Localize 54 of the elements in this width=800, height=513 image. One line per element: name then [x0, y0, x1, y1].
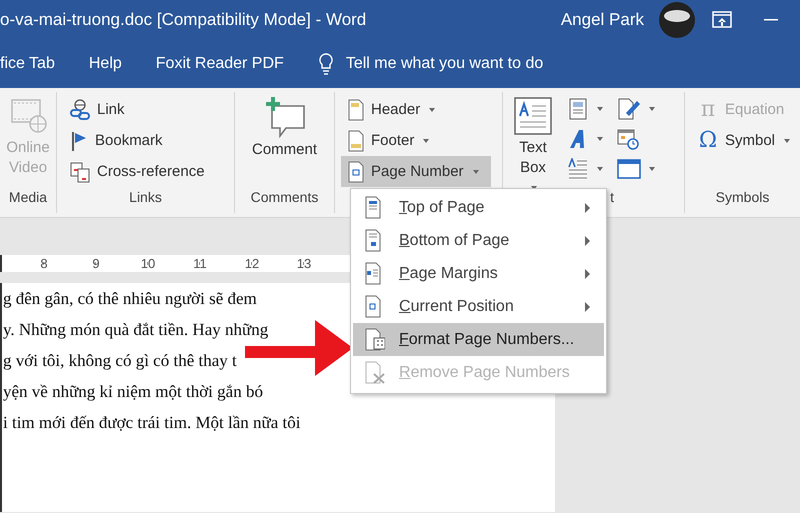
ribbon-button[interactable]: Bookmark: [63, 125, 211, 156]
ribbon-button[interactable]: Footer: [341, 125, 491, 156]
link-icon: [69, 98, 91, 120]
group-label: Media: [8, 189, 48, 205]
date-time-icon: [617, 128, 639, 150]
drop-cap-icon: [567, 158, 589, 180]
ribbon-display-icon[interactable]: [712, 11, 732, 29]
user-name: Angel Park: [560, 10, 644, 30]
group-label: Comments: [250, 189, 318, 205]
ruler-number: 8: [39, 255, 49, 272]
document-text-line: y. Những món quà đắt tiền. Hay những: [2, 319, 268, 341]
footer-page-icon: [347, 130, 365, 152]
cross-reference-icon: [69, 160, 91, 182]
menu-item[interactable]: Current Position: [353, 290, 604, 323]
ribbon-tab[interactable]: Help: [88, 49, 122, 79]
lightbulb-icon: [318, 52, 334, 76]
header-page-icon: [347, 98, 365, 120]
ribbon-button[interactable]: Page Number: [341, 156, 491, 187]
ribbon-button[interactable]: Ω Symbol: [691, 125, 796, 156]
ribbon-button[interactable]: Cross-reference: [63, 156, 211, 187]
menu-item[interactable]: Bottom of Page: [353, 224, 604, 257]
page-icon: [363, 328, 385, 352]
group-label: Links: [129, 189, 162, 205]
ruler-number: 11: [192, 255, 208, 272]
window-title: o-va-mai-truong.doc [Compatibility Mode] - Word: [0, 10, 368, 30]
ribbon-button[interactable]: Link: [63, 94, 211, 125]
menu-item[interactable]: Page Margins: [353, 257, 604, 290]
ribbon-button[interactable]: Header: [341, 94, 491, 125]
group-label: t: [610, 189, 614, 205]
document-text-line: g đên gân, có thê nhiêu người sẽ đem: [2, 288, 257, 310]
ribbon-tab[interactable]: fice Tab: [0, 49, 55, 79]
symbol-icon: Ω: [697, 130, 719, 152]
menu-item[interactable]: Top of Page: [353, 191, 604, 224]
text-box-icon: [513, 96, 553, 136]
minimize-icon[interactable]: [764, 18, 778, 22]
ribbon-button[interactable]: Comment: [248, 94, 322, 162]
object-icon: [617, 158, 641, 180]
signature-icon: [617, 98, 641, 120]
quick-parts-icon: [567, 98, 589, 120]
ribbon-tab[interactable]: Foxit Reader PDF: [156, 49, 284, 79]
avatar-icon: [658, 1, 696, 39]
ruler-number: 13: [296, 255, 312, 272]
ruler-number: 10: [140, 255, 156, 272]
ruler-number: 12: [244, 255, 260, 272]
page-icon: [363, 360, 385, 384]
group-label: Symbols: [716, 189, 770, 205]
page-number-icon: [347, 160, 365, 182]
document-text-line: g với tôi, không có gì có thê thay t: [2, 350, 237, 372]
document-text-line: yện về những kỉ niệm một thời gắn bó: [2, 381, 263, 403]
menu-item[interactable]: Format Page Numbers...: [353, 323, 604, 356]
symbol-icon: π: [697, 98, 719, 120]
ruler-number: 9: [91, 255, 101, 272]
document-text-line: i tim mới đến được trái tim. Một lần nữa tôi: [2, 412, 301, 434]
tell-me-search-field[interactable]: Tell me what you want to do: [346, 51, 576, 77]
